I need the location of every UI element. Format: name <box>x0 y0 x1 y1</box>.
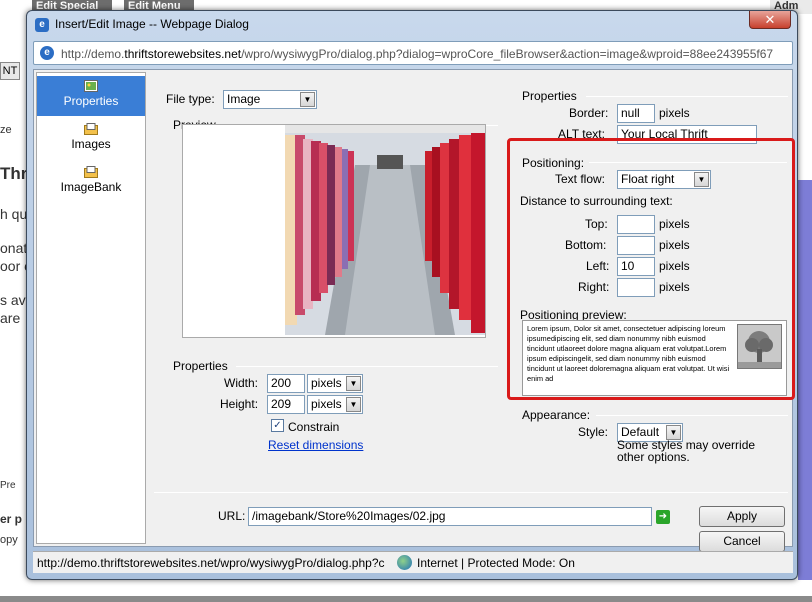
bottom-input[interactable] <box>617 236 655 255</box>
border-label: Border: <box>569 106 609 120</box>
bg-text-onat: onat <box>0 240 28 256</box>
textflow-label: Text flow: <box>555 172 606 186</box>
left-label: Left: <box>586 259 610 273</box>
image-preview <box>182 124 486 338</box>
bg-text-er-p: er p <box>0 512 23 526</box>
folder-image-icon <box>84 166 98 178</box>
status-bar: http://demo.thriftstorewebsites.net/wpro… <box>33 551 793 573</box>
nav-item-imagebank[interactable]: ImageBank <box>37 162 145 202</box>
go-arrow-icon[interactable]: ➜ <box>656 510 670 524</box>
height-label: Height: <box>220 397 259 411</box>
width-label: Width: <box>224 376 259 390</box>
top-label: Top: <box>585 217 608 231</box>
status-zone: Internet | Protected Mode: On <box>417 556 575 570</box>
style-value: Default <box>621 425 660 439</box>
bg-text-are: are <box>0 310 21 326</box>
chevron-down-icon: ▼ <box>300 92 315 107</box>
width-unit-value: pixels <box>311 376 342 390</box>
style-note: Some styles may override other options. <box>617 438 756 464</box>
page-icon: e <box>40 46 54 60</box>
bg-text-opy: opy <box>0 534 18 546</box>
positioning-label: Positioning: <box>522 156 585 170</box>
nav-item-images[interactable]: Images <box>37 119 145 159</box>
close-button[interactable]: ✕ <box>749 11 791 29</box>
url-label: URL: <box>218 509 246 523</box>
border-input[interactable]: null <box>617 104 655 123</box>
positioning-preview: Lorem ipsum, Dolor sit amet, consectetue… <box>522 320 787 396</box>
window-title: Insert/Edit Image -- Webpage Dialog <box>55 17 249 31</box>
style-label: Style: <box>578 425 609 439</box>
appearance-divider <box>596 415 788 416</box>
preview-photo <box>285 125 485 335</box>
side-nav: Properties Images ImageBank <box>36 72 146 544</box>
picture-icon <box>84 80 98 92</box>
bottom-label: Bottom: <box>565 238 607 252</box>
left-properties-divider <box>236 366 498 367</box>
filetype-label: File type: <box>166 92 215 106</box>
bottom-unit: pixels <box>659 238 690 252</box>
address-bar[interactable]: e http://demo.thriftstorewebsites.net/wp… <box>33 41 793 65</box>
appearance-label: Appearance: <box>522 408 591 422</box>
bg-text-thr: Thr <box>0 164 28 183</box>
tree-thumbnail-icon <box>737 324 782 369</box>
left-input[interactable]: 10 <box>617 257 655 276</box>
chevron-down-icon: ▼ <box>694 172 709 187</box>
left-unit: pixels <box>659 259 690 273</box>
filetype-select[interactable]: Image ▼ <box>223 90 317 109</box>
globe-icon <box>397 555 412 570</box>
height-unit-select[interactable]: pixels ▼ <box>307 395 363 414</box>
bg-right-strip <box>798 180 812 580</box>
thrift-store-photo <box>285 125 485 335</box>
dialog-content: Properties Images ImageBank File type: I… <box>33 69 795 552</box>
folder-image-icon <box>84 123 98 135</box>
apply-button[interactable]: Apply <box>699 506 785 527</box>
url-input[interactable]: /imagebank/Store%20Images/02.jpg <box>248 507 652 526</box>
nav-label: Properties <box>63 94 119 108</box>
bg-text-ze: ze <box>0 124 12 136</box>
constrain-label: Constrain <box>288 420 340 434</box>
positioning-preview-text: Lorem ipsum, Dolor sit amet, consectetue… <box>527 324 730 383</box>
chevron-down-icon: ▼ <box>346 397 361 412</box>
border-unit: pixels <box>659 106 690 120</box>
bg-bottom-strip <box>0 596 812 602</box>
nav-item-properties[interactable]: Properties <box>37 76 145 116</box>
width-input[interactable]: 200 <box>267 374 305 393</box>
cancel-button[interactable]: Cancel <box>699 531 785 552</box>
right-properties-label: Properties <box>522 89 577 103</box>
width-unit-select[interactable]: pixels ▼ <box>307 374 363 393</box>
right-label: Right: <box>578 280 610 294</box>
status-url: http://demo.thriftstorewebsites.net/wpro… <box>37 556 385 570</box>
top-input[interactable] <box>617 215 655 234</box>
height-unit-value: pixels <box>311 397 342 411</box>
positioning-divider <box>589 162 787 163</box>
bg-button-nt: NT <box>0 62 20 80</box>
bg-text-pre: Pre <box>0 480 16 491</box>
distance-label: Distance to surrounding text: <box>520 194 673 208</box>
image-dialog-window: e Insert/Edit Image -- Webpage Dialog ✕ … <box>26 10 798 580</box>
textflow-value: Float right <box>621 172 675 186</box>
nav-label: Images <box>71 137 111 151</box>
right-properties-divider <box>586 96 788 97</box>
left-properties-label: Properties <box>173 359 228 373</box>
filetype-value: Image <box>227 92 261 106</box>
bg-text-h-qu: h qu <box>0 206 28 222</box>
right-unit: pixels <box>659 280 690 294</box>
constrain-checkbox[interactable]: ✓ <box>271 419 284 432</box>
ie-icon: e <box>35 18 49 32</box>
footer-divider <box>154 492 788 493</box>
height-input[interactable]: 209 <box>267 395 305 414</box>
address-text: http://demo.thriftstorewebsites.net/wpro… <box>61 47 774 61</box>
chevron-down-icon: ▼ <box>346 376 361 391</box>
textflow-select[interactable]: Float right ▼ <box>617 170 711 189</box>
nav-label: ImageBank <box>60 180 122 194</box>
reset-dimensions-link[interactable]: Reset dimensions <box>268 438 363 452</box>
right-input[interactable] <box>617 278 655 297</box>
top-unit: pixels <box>659 217 690 231</box>
title-bar[interactable]: e Insert/Edit Image -- Webpage Dialog ✕ <box>27 11 797 39</box>
